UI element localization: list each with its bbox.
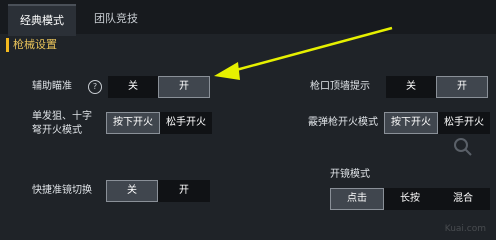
section-accent-bar — [6, 38, 9, 52]
quick-scope-on-button[interactable]: 开 — [158, 180, 210, 202]
single-fire-press-button[interactable]: 按下开火 — [106, 112, 160, 134]
aim-assist-label: 辅助瞄准 — [32, 81, 72, 92]
shotgun-fire-label: 霰弹枪开火模式 — [308, 117, 378, 128]
scope-mode-label: 开镜模式 — [330, 169, 370, 180]
shotgun-fire-release-button[interactable]: 松手开火 — [438, 112, 490, 134]
shotgun-fire-press-button[interactable]: 按下开火 — [384, 112, 438, 134]
quick-scope-off-button[interactable]: 关 — [106, 180, 158, 202]
arrow-shaft — [235, 26, 393, 72]
scope-mode-mixed-button[interactable]: 混合 — [436, 188, 490, 210]
section-title: 枪械设置 — [13, 38, 57, 51]
tab-team-deathmatch[interactable]: 团队竞技 — [82, 4, 150, 34]
muzzle-hint-label: 枪口顶墙提示 — [310, 81, 370, 92]
scope-mode-hold-button[interactable]: 长按 — [384, 188, 436, 210]
arrow-head — [214, 62, 240, 80]
single-fire-label-line2: 弩开火模式 — [32, 125, 82, 136]
scope-mode-tap-button[interactable]: 点击 — [330, 188, 384, 210]
single-fire-label-line1: 单发狙、十字 — [32, 111, 92, 122]
muzzle-hint-off-button[interactable]: 关 — [386, 76, 436, 98]
aim-assist-off-button[interactable]: 关 — [108, 76, 158, 98]
zoom-icon — [454, 138, 472, 156]
quick-scope-label: 快捷准镜切换 — [32, 185, 92, 196]
aim-assist-on-button[interactable]: 开 — [158, 76, 210, 98]
watermark: Kuai.com — [444, 224, 486, 234]
help-icon[interactable]: ? — [88, 80, 102, 94]
muzzle-hint-on-button[interactable]: 开 — [436, 76, 488, 98]
tab-classic-mode[interactable]: 经典模式 — [8, 4, 76, 36]
single-fire-release-button[interactable]: 松手开火 — [160, 112, 212, 134]
